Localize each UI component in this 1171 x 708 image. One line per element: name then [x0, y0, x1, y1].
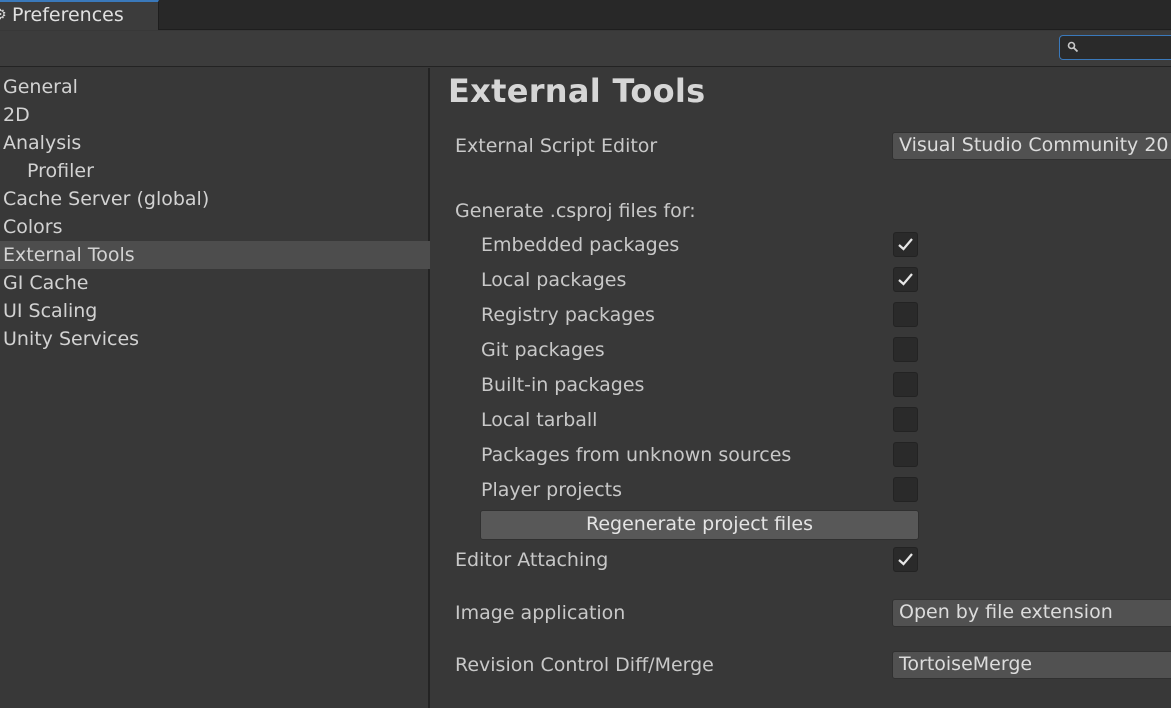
editor-attaching-label: Editor Attaching [455, 549, 609, 571]
checkbox-embedded-packages[interactable] [893, 232, 918, 257]
checkmark-icon [898, 273, 913, 286]
checkbox-git-packages[interactable] [893, 337, 918, 362]
gear-icon: ⚙ [0, 8, 7, 22]
checkbox-local-packages[interactable] [893, 267, 918, 292]
checkbox-builtin-packages[interactable] [893, 372, 918, 397]
checkmark-icon [898, 553, 913, 566]
image-application-label: Image application [455, 602, 626, 624]
package-label-player-projects: Player projects [481, 479, 623, 501]
sidebar-item-colors[interactable]: Colors [0, 213, 430, 241]
checkbox-player-projects[interactable] [893, 477, 918, 502]
search-input[interactable] [1059, 35, 1171, 60]
sidebar-item-external-tools[interactable]: External Tools [0, 241, 430, 269]
external-tools-panel: External Tools External Script Editor Vi… [432, 68, 1171, 708]
search-icon [1067, 41, 1079, 53]
revision-control-label: Revision Control Diff/Merge [455, 654, 714, 676]
sidebar-item-ui-scaling[interactable]: UI Scaling [0, 297, 430, 325]
checkbox-editor-attaching[interactable] [893, 547, 918, 572]
page-title: External Tools [448, 72, 706, 110]
sidebar-item-cache-server[interactable]: Cache Server (global) [0, 185, 430, 213]
package-label-unknown-sources: Packages from unknown sources [481, 444, 792, 466]
package-label-registry: Registry packages [481, 304, 655, 326]
sidebar-item-general[interactable]: General [0, 73, 430, 101]
toolbar [0, 31, 1171, 67]
preferences-sidebar: General 2D Analysis Profiler Cache Serve… [0, 68, 430, 708]
sidebar-item-2d[interactable]: 2D [0, 101, 430, 129]
sidebar-item-gi-cache[interactable]: GI Cache [0, 269, 430, 297]
revision-control-dropdown[interactable]: TortoiseMerge [892, 651, 1171, 679]
package-label-git: Git packages [481, 339, 605, 361]
script-editor-label: External Script Editor [455, 135, 658, 157]
sidebar-item-analysis[interactable]: Analysis [0, 129, 430, 157]
sidebar-item-unity-services[interactable]: Unity Services [0, 325, 430, 353]
tab-bar: ⚙ Preferences [0, 0, 1171, 30]
package-label-local: Local packages [481, 269, 627, 291]
checkbox-local-tarball[interactable] [893, 407, 918, 432]
package-label-embedded: Embedded packages [481, 234, 680, 256]
script-editor-dropdown[interactable]: Visual Studio Community 20 [892, 132, 1171, 160]
checkmark-icon [898, 238, 913, 251]
sidebar-item-profiler[interactable]: Profiler [0, 157, 430, 185]
package-label-builtin: Built-in packages [481, 374, 645, 396]
generate-csproj-label: Generate .csproj files for: [455, 200, 696, 222]
regenerate-project-files-button[interactable]: Regenerate project files [480, 510, 919, 540]
checkbox-unknown-sources[interactable] [893, 442, 918, 467]
tab-title: Preferences [12, 4, 124, 26]
package-label-local-tarball: Local tarball [481, 409, 598, 431]
checkbox-registry-packages[interactable] [893, 302, 918, 327]
tab-preferences[interactable]: ⚙ Preferences [0, 0, 159, 30]
image-application-dropdown[interactable]: Open by file extension [892, 599, 1171, 627]
